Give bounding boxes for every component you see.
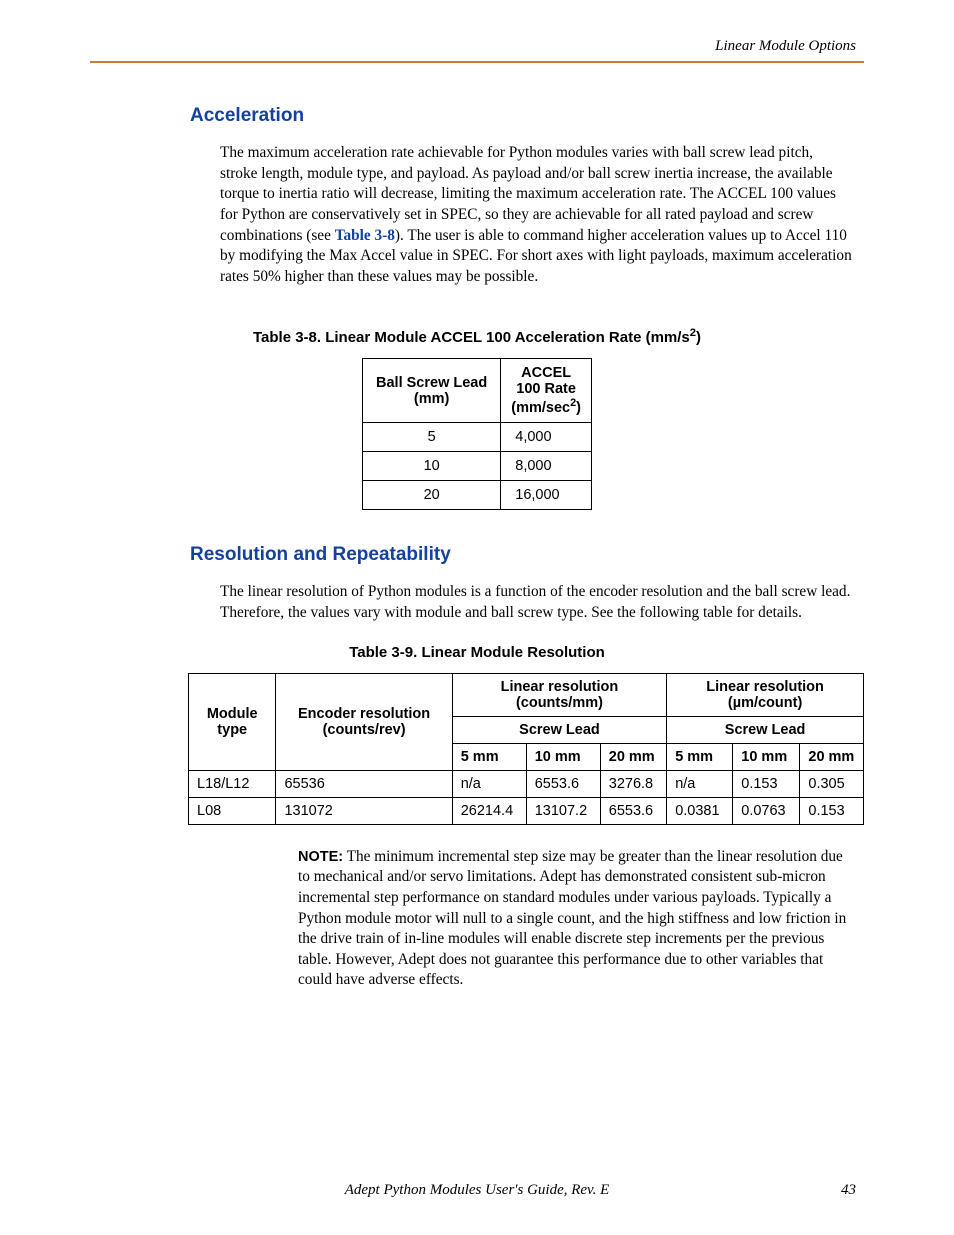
cell-u10: 0.0763 xyxy=(733,797,800,824)
table-3-8: Ball Screw Lead (mm) ACCEL 100 Rate (mm/… xyxy=(362,358,592,510)
cell-u10: 0.153 xyxy=(733,770,800,797)
cell-c10: 13107.2 xyxy=(526,797,600,824)
cell-c20: 3276.8 xyxy=(600,770,666,797)
footer: Adept Python Modules User's Guide, Rev. … xyxy=(90,1182,864,1199)
th-20mm: 20 mm xyxy=(800,743,864,770)
cell-c5: 26214.4 xyxy=(452,797,526,824)
page-number: 43 xyxy=(841,1182,856,1199)
note-label: NOTE: xyxy=(298,849,343,865)
table-row: 20 16,000 xyxy=(363,481,592,510)
th-line1: ACCEL xyxy=(521,365,571,381)
caption-pre: Table 3-8. Linear Module ACCEL 100 Accel… xyxy=(253,329,690,346)
th-5mm: 5 mm xyxy=(667,743,733,770)
th-screw-lead-1: Screw Lead xyxy=(452,716,666,743)
cell-u5: 0.0381 xyxy=(667,797,733,824)
table-3-8-caption: Table 3-8. Linear Module ACCEL 100 Accel… xyxy=(90,327,864,346)
xref-table-3-8[interactable]: Table 3-8 xyxy=(335,227,395,244)
acceleration-paragraph: The maximum acceleration rate achievable… xyxy=(90,143,864,287)
cell-module: L08 xyxy=(189,797,276,824)
cell-u5: n/a xyxy=(667,770,733,797)
cell-u20: 0.153 xyxy=(800,797,864,824)
table-row: L08 131072 26214.4 13107.2 6553.6 0.0381… xyxy=(189,797,864,824)
cell-lead: 5 xyxy=(363,423,501,452)
cell-enc: 65536 xyxy=(276,770,452,797)
th-line2: 100 Rate xyxy=(516,381,576,397)
th-line3-post: ) xyxy=(576,400,581,416)
heading-resolution: Resolution and Repeatability xyxy=(90,544,864,566)
cell-rate: 4,000 xyxy=(501,423,592,452)
note-paragraph: NOTE: The minimum incremental step size … xyxy=(90,847,864,991)
table-row: 10 8,000 xyxy=(363,452,592,481)
th-10mm: 10 mm xyxy=(733,743,800,770)
cell-u20: 0.305 xyxy=(800,770,864,797)
th-linear-um: Linear resolution (µm/count) xyxy=(667,673,864,716)
cell-enc: 131072 xyxy=(276,797,452,824)
footer-title: Adept Python Modules User's Guide, Rev. … xyxy=(345,1182,610,1198)
th-5mm: 5 mm xyxy=(452,743,526,770)
table-header-row: Module type Encoder resolution (counts/r… xyxy=(189,673,864,716)
caption-post: ) xyxy=(696,329,701,346)
cell-c20: 6553.6 xyxy=(600,797,666,824)
resolution-paragraph: The linear resolution of Python modules … xyxy=(90,582,864,623)
cell-rate: 8,000 xyxy=(501,452,592,481)
th-line3-pre: (mm/sec xyxy=(511,400,570,416)
th-module-type: Module type xyxy=(189,673,276,770)
table-3-9: Module type Encoder resolution (counts/r… xyxy=(188,673,864,825)
cell-c5: n/a xyxy=(452,770,526,797)
th-encoder-res: Encoder resolution (counts/rev) xyxy=(276,673,452,770)
cell-lead: 20 xyxy=(363,481,501,510)
table-row: L18/L12 65536 n/a 6553.6 3276.8 n/a 0.15… xyxy=(189,770,864,797)
th-ball-screw-lead: Ball Screw Lead (mm) xyxy=(363,359,501,423)
heading-acceleration: Acceleration xyxy=(90,105,864,127)
header-rule xyxy=(90,61,864,63)
cell-lead: 10 xyxy=(363,452,501,481)
th-screw-lead-2: Screw Lead xyxy=(667,716,864,743)
th-accel-rate: ACCEL 100 Rate (mm/sec2) xyxy=(501,359,592,423)
table-row: 5 4,000 xyxy=(363,423,592,452)
note-text: The minimum incremental step size may be… xyxy=(298,848,846,989)
th-10mm: 10 mm xyxy=(526,743,600,770)
cell-rate: 16,000 xyxy=(501,481,592,510)
th-20mm: 20 mm xyxy=(600,743,666,770)
table-header-row: Ball Screw Lead (mm) ACCEL 100 Rate (mm/… xyxy=(363,359,592,423)
cell-c10: 6553.6 xyxy=(526,770,600,797)
table-3-9-caption: Table 3-9. Linear Module Resolution xyxy=(90,644,864,661)
cell-module: L18/L12 xyxy=(189,770,276,797)
running-head: Linear Module Options xyxy=(90,38,864,55)
th-linear-counts: Linear resolution (counts/mm) xyxy=(452,673,666,716)
